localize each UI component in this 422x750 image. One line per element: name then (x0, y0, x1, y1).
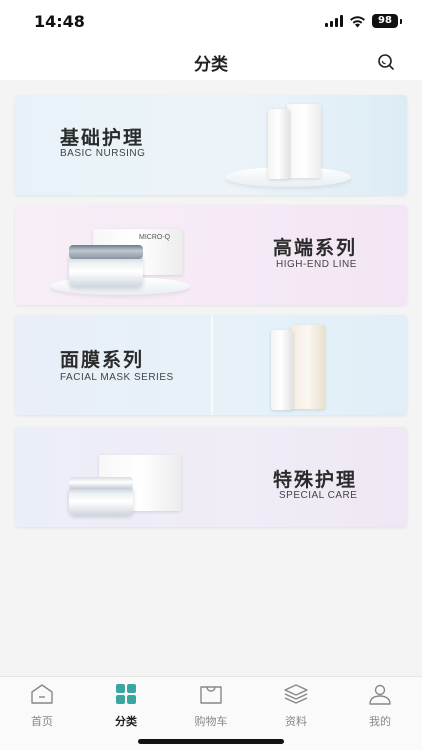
wifi-icon (350, 15, 365, 27)
category-card-special-care[interactable]: 特殊护理 SPECIAL CARE (15, 427, 407, 527)
search-icon[interactable] (376, 52, 396, 72)
signal-icon (325, 15, 343, 27)
product-jar-lid (69, 245, 143, 259)
glass-divider (211, 315, 213, 415)
category-subtitle: SPECIAL CARE (279, 490, 358, 501)
battery-level: 98 (372, 14, 398, 28)
category-subtitle: HIGH-END LINE (276, 259, 357, 270)
tab-profile-data[interactable]: 资料 (266, 683, 326, 729)
box-label: MICRO-Q (139, 234, 171, 241)
user-icon (369, 684, 391, 705)
category-title: 特殊护理 (273, 469, 358, 491)
category-title: 面膜系列 (60, 349, 145, 371)
status-time: 14:48 (34, 12, 85, 31)
product-box (287, 104, 321, 178)
category-card-basic-nursing[interactable]: 基础护理 BASIC NURSING (15, 95, 407, 195)
tab-label: 购物车 (194, 715, 228, 728)
tab-mine[interactable]: 我的 (350, 683, 410, 729)
product-jar (69, 485, 133, 515)
tab-label: 资料 (285, 715, 307, 728)
tab-category[interactable]: 分类 (96, 683, 156, 729)
product-bottle (268, 109, 290, 179)
category-title: 基础护理 (60, 127, 145, 149)
battery-tip (400, 18, 402, 24)
status-bar: 14:48 98 (0, 0, 422, 44)
tab-home[interactable]: 首页 (12, 683, 72, 729)
bag-icon (200, 686, 222, 704)
home-icon (31, 684, 53, 704)
tab-label: 首页 (31, 715, 53, 728)
status-icons: 98 (325, 13, 402, 29)
page-title: 分类 (194, 55, 228, 75)
category-card-facial-mask-series[interactable]: 面膜系列 FACIAL MASK SERIES (15, 315, 407, 415)
category-subtitle: FACIAL MASK SERIES (60, 372, 174, 383)
tab-cart[interactable]: 购物车 (181, 683, 241, 729)
category-title: 高端系列 (273, 237, 358, 259)
tab-label: 我的 (369, 715, 391, 728)
layers-icon (284, 684, 308, 704)
category-subtitle: BASIC NURSING (60, 148, 146, 159)
product-bottle (271, 330, 293, 410)
category-card-high-end-line[interactable]: MICRO-Q 高端系列 HIGH-END LINE (15, 205, 407, 305)
nav-bar: 分类 (0, 44, 422, 80)
product-jar-lid (69, 477, 133, 489)
grid-icon (116, 684, 136, 704)
home-indicator (138, 739, 284, 744)
product-box (291, 325, 325, 409)
tab-label: 分类 (115, 715, 137, 728)
